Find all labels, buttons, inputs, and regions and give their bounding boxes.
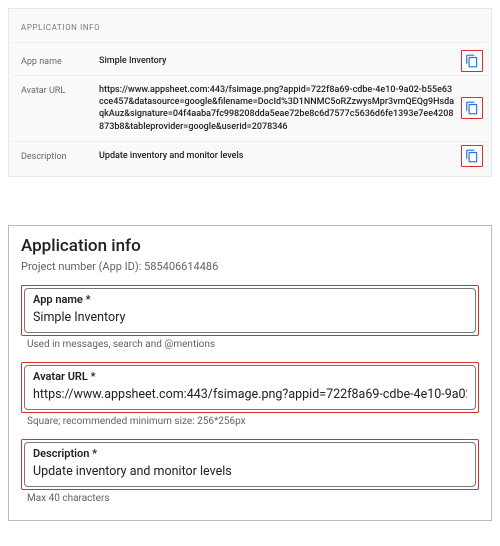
info-label: App name — [21, 55, 99, 67]
field-app-name: App name * — [21, 285, 479, 336]
project-number: Project number (App ID): 585406614486 — [21, 260, 479, 273]
spacer — [0, 185, 500, 225]
field-label: Avatar URL * — [33, 370, 467, 383]
copy-icon — [465, 149, 479, 163]
info-label: Avatar URL — [21, 84, 99, 96]
field-label: App name * — [33, 293, 467, 306]
field-hint: Max 40 characters — [27, 493, 475, 504]
info-row-app-name: App name Simple Inventory — [13, 47, 487, 76]
info-label: Description — [21, 150, 99, 162]
info-value: https://www.appsheet.com:443/fsimage.png… — [99, 84, 483, 133]
field-label: Description * — [33, 447, 467, 460]
copy-button[interactable] — [461, 50, 483, 72]
field-inner[interactable]: App name * — [24, 288, 476, 333]
field-hint: Used in messages, search and @mentions — [27, 339, 475, 350]
info-row-description: Description Update inventory and monitor… — [13, 142, 487, 170]
copy-button[interactable] — [461, 145, 483, 167]
copy-icon — [465, 101, 479, 115]
form-title: Application info — [21, 236, 479, 256]
info-value: Simple Inventory — [99, 55, 483, 67]
field-hint: Square; recommended minimum size: 256*25… — [27, 416, 475, 427]
info-value: Update inventory and monitor levels — [99, 150, 483, 162]
description-input[interactable] — [33, 463, 467, 480]
copy-button[interactable] — [461, 97, 483, 119]
copy-icon — [465, 54, 479, 68]
field-description: Description * — [21, 439, 479, 490]
field-inner[interactable]: Description * — [24, 442, 476, 487]
avatar-url-input[interactable] — [33, 386, 467, 403]
field-avatar-url: Avatar URL * — [21, 362, 479, 413]
info-row-avatar-url: Avatar URL https://www.appsheet.com:443/… — [13, 76, 487, 142]
application-info-form: Application info Project number (App ID)… — [8, 225, 492, 521]
section-header: APPLICATION INFO — [13, 19, 487, 43]
app-name-input[interactable] — [33, 309, 467, 326]
field-inner[interactable]: Avatar URL * — [24, 365, 476, 410]
application-info-panel: APPLICATION INFO App name Simple Invento… — [8, 8, 492, 177]
